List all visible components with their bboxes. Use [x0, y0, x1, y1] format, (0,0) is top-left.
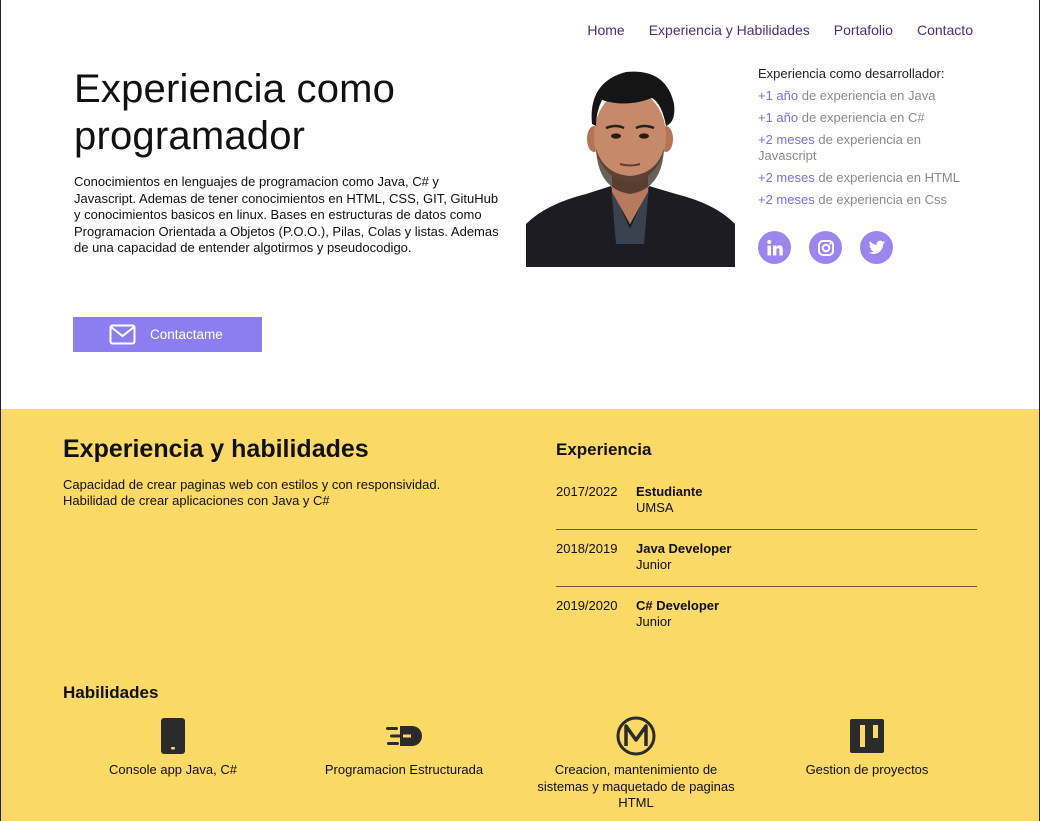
contact-button[interactable]: Contactame	[73, 317, 262, 352]
hero-description: Conocimientos en lenguajes de programaci…	[74, 174, 499, 255]
experience-item: +2 meses de experiencia en Css	[758, 192, 947, 207]
experience-summary: Experiencia como desarrollador: +1 año d…	[758, 66, 968, 214]
timeline-org: Junior	[636, 614, 672, 629]
timeline-row: 2017/2022 Estudiante UMSA	[556, 484, 977, 530]
experience-item: +2 meses de experiencia en HTML	[758, 170, 960, 185]
experience-timeline: 2017/2022 Estudiante UMSA 2018/2019 Java…	[556, 484, 977, 655]
skill-label: Programacion Estructurada	[324, 762, 484, 777]
envelope-icon	[109, 324, 136, 345]
linkedin-icon[interactable]	[758, 231, 791, 264]
trello-icon	[850, 719, 884, 753]
experience-item: +1 año de experiencia en C#	[758, 110, 925, 125]
nav-home-link[interactable]: Home	[587, 22, 624, 38]
timeline-role: Java Developer	[636, 541, 732, 556]
skills-section-title: Experiencia y habilidades	[63, 435, 369, 463]
top-nav: Home Experiencia y Habilidades Portafoli…	[587, 22, 973, 38]
skill-item: Programacion Estructurada	[299, 716, 509, 779]
nav-contact-link[interactable]: Contacto	[917, 22, 973, 38]
nav-portfolio-link[interactable]: Portafolio	[834, 22, 893, 38]
social-links	[758, 231, 893, 264]
profile-photo	[526, 64, 735, 267]
timeline-years: 2017/2022	[556, 484, 618, 499]
experience-title: Experiencia	[556, 440, 652, 459]
skill-item: Gestion de proyectos	[762, 716, 972, 779]
contact-button-label: Contactame	[150, 327, 223, 342]
nav-experience-link[interactable]: Experiencia y Habilidades	[649, 22, 810, 38]
timeline-org: Junior	[636, 557, 672, 572]
timeline-years: 2019/2020	[556, 598, 618, 613]
skill-label: Gestion de proyectos	[805, 762, 929, 777]
timeline-row: 2018/2019 Java Developer Junior	[556, 541, 977, 587]
timeline-years: 2018/2019	[556, 541, 618, 556]
timeline-role: C# Developer	[636, 598, 720, 613]
skill-item: Console app Java, C#	[68, 716, 278, 779]
timeline-role: Estudiante	[636, 484, 703, 499]
experience-item: +1 año de experiencia en Java	[758, 88, 936, 103]
m-logo-icon	[616, 716, 656, 756]
experience-summary-title: Experiencia como desarrollador:	[758, 66, 945, 81]
hero-title: Experiencia como programador	[74, 67, 396, 158]
experience-item: +2 meses de experiencia en Javascript	[758, 132, 921, 163]
skill-label: Creacion, mantenimiento de sistemas y ma…	[537, 762, 735, 810]
instagram-icon[interactable]	[809, 231, 842, 264]
skills-title: Habilidades	[63, 683, 159, 702]
timeline-row: 2019/2020 C# Developer Junior	[556, 598, 977, 644]
twitter-icon[interactable]	[860, 231, 893, 264]
skill-label: Console app Java, C#	[109, 762, 237, 777]
speed-icon	[386, 726, 422, 746]
timeline-org: UMSA	[636, 500, 674, 515]
mobile-phone-icon	[161, 718, 185, 754]
skill-item: Creacion, mantenimiento de sistemas y ma…	[531, 716, 741, 812]
skills-section-description: Capacidad de crear paginas web con estil…	[63, 477, 441, 508]
